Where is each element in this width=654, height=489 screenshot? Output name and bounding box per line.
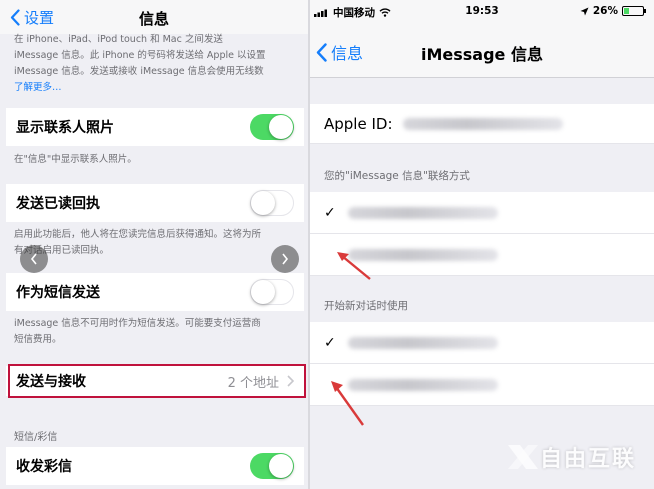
page-title: 信息 (138, 10, 169, 28)
note-line: iMessage 信息不可用时作为短信发送。可能要支付运营商 (14, 318, 261, 329)
mms-messaging-row: 收发彩信 (6, 447, 304, 485)
redacted-address (348, 378, 498, 391)
show-contact-photos-row: 显示联系人照片 (6, 108, 304, 146)
redacted-apple-id (402, 117, 563, 130)
checkmark-icon: ✓ (324, 334, 336, 351)
settings-messages-panel: 设置 信息 在 iPhone、iPad、iPod touch 和 Mac 之间发… (0, 0, 308, 489)
note-line: 有对话启用已读回执。 (14, 245, 110, 256)
checkmark-icon: ✓ (324, 204, 336, 221)
watermark: 自由互联 (506, 441, 636, 473)
address-count: 2 个地址 (227, 375, 279, 391)
chevron-right-icon (287, 375, 294, 387)
next-image-button[interactable] (271, 245, 299, 273)
chevron-left-icon (30, 253, 37, 265)
page-title: iMessage 信息 (421, 45, 543, 64)
show-contact-photos-toggle[interactable] (250, 114, 294, 140)
intro-line: iMessage 信息。此 iPhone 的号码将发送给 Apple 以设置 (14, 50, 266, 61)
apple-id-label: Apple ID: (324, 114, 393, 133)
start-address-row[interactable]: ✓ (310, 322, 654, 364)
red-arrow-icon (331, 381, 364, 426)
mms-messaging-toggle[interactable] (250, 453, 294, 479)
section-header: 短信/彩信 (14, 432, 58, 443)
send-as-sms-note: iMessage 信息不可用时作为短信发送。可能要支付运营商 短信费用。 (14, 316, 300, 348)
row-label: 作为短信发送 (16, 285, 100, 301)
nav-bar: 设置 信息 (0, 0, 308, 34)
red-arrow-icon (337, 252, 371, 280)
row-label: 收发彩信 (16, 459, 72, 475)
redacted-address (348, 336, 498, 349)
note-line: 短信费用。 (14, 334, 62, 345)
status-right: 26% (580, 5, 646, 17)
read-receipts-row: 发送已读回执 (6, 184, 304, 222)
send-receive-row[interactable]: 发送与接收 2 个地址 (6, 366, 304, 396)
send-as-sms-toggle[interactable] (250, 279, 294, 305)
note-line: 启用此功能后，他人将在您读完信息后获得通知。这将为所 (14, 229, 262, 240)
toggle-knob (251, 280, 275, 304)
reach-address-row[interactable]: ✓ (310, 192, 654, 234)
contact-photos-note: 在"信息"中显示联系人照片。 (14, 154, 137, 165)
toggle-knob (269, 454, 293, 478)
row-label: 发送与接收 (16, 374, 86, 390)
battery-percent: 26% (592, 5, 618, 17)
read-receipts-toggle[interactable] (250, 190, 294, 216)
status-bar: 中国移动 19:53 26% (310, 0, 654, 22)
watermark-text: 自由互联 (539, 447, 636, 472)
imessage-settings-panel: 中国移动 19:53 26% 信息 iMessage 信息 Apple ID: … (310, 0, 654, 489)
intro-line: 在 iPhone、iPad、iPod touch 和 Mac 之间发送 (14, 34, 223, 45)
battery-icon (622, 6, 646, 16)
apple-id-row[interactable]: Apple ID: (310, 104, 654, 144)
send-receive-value: 2 个地址 (228, 372, 294, 391)
x-logo-icon (507, 445, 538, 469)
location-icon (580, 7, 589, 15)
imessage-intro: 在 iPhone、iPad、iPod touch 和 Mac 之间发送 iMes… (14, 32, 300, 96)
toggle-knob (269, 115, 293, 139)
previous-image-button[interactable] (20, 245, 48, 273)
nav-bar: 信息 iMessage 信息 (310, 22, 654, 78)
battery-fill (624, 8, 629, 14)
row-label: 显示联系人照片 (16, 120, 114, 136)
chevron-right-icon (282, 253, 289, 265)
start-section-header: 开始新对话时使用 (324, 300, 408, 312)
learn-more-link[interactable]: 了解更多… (14, 80, 300, 96)
send-as-sms-row: 作为短信发送 (6, 273, 304, 311)
redacted-address (348, 206, 498, 219)
reach-section-header: 您的"iMessage 信息"联络方式 (324, 170, 470, 182)
toggle-knob (251, 191, 275, 215)
row-label: 发送已读回执 (16, 196, 100, 212)
read-receipts-note: 启用此功能后，他人将在您读完信息后获得通知。这将为所 有对话启用已读回执。 (14, 227, 300, 259)
intro-line: iMessage 信息。发送或接收 iMessage 信息会使用无线数 (14, 66, 264, 77)
